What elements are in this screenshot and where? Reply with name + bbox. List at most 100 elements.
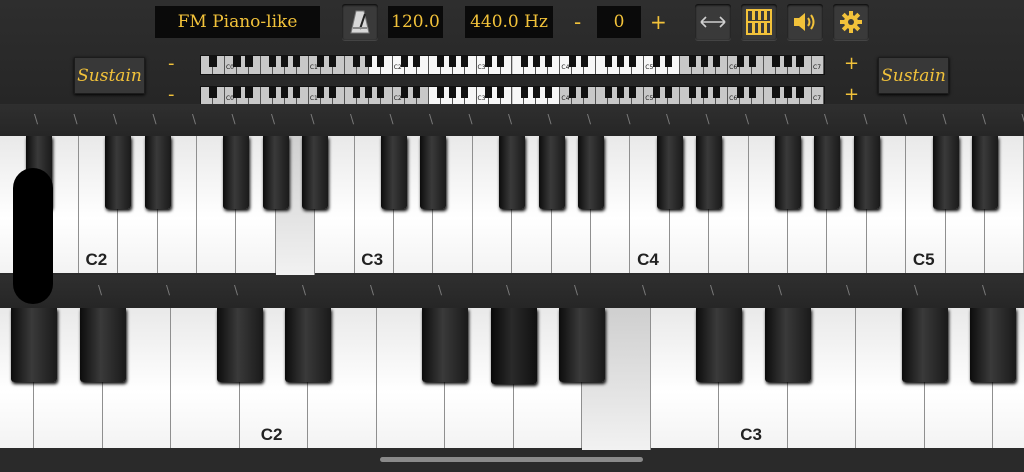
minimap-black-key — [413, 56, 421, 67]
minimap-black-key — [401, 56, 409, 67]
scroll-grip-mark: \ — [302, 283, 307, 297]
black-key[interactable] — [302, 136, 329, 209]
minimap-black-key — [460, 56, 469, 67]
scroll-grip-mark: \ — [98, 283, 103, 297]
upper-range-plus-button[interactable]: + — [844, 54, 859, 74]
minimap-octave-label: C1 — [309, 95, 318, 102]
minimap-black-key — [449, 56, 457, 67]
black-key[interactable] — [11, 308, 57, 382]
minimap-black-key — [520, 87, 529, 98]
minimap-black-key — [580, 56, 588, 67]
black-key[interactable] — [559, 308, 605, 382]
scroll-thumb[interactable] — [13, 168, 53, 304]
scroll-grip-mark: \ — [666, 112, 671, 126]
minimap-black-key — [449, 87, 457, 98]
black-key[interactable] — [775, 136, 801, 209]
minimap-black-key — [544, 87, 553, 98]
transpose-plus-button[interactable]: + — [650, 12, 667, 32]
minimap-octave-label: C3 — [477, 95, 486, 102]
black-key[interactable] — [656, 136, 683, 209]
black-key[interactable] — [970, 308, 1016, 382]
black-key[interactable] — [223, 136, 250, 209]
minimap-black-key — [784, 87, 792, 98]
black-key[interactable] — [696, 308, 742, 382]
sound-button[interactable] — [787, 4, 823, 40]
black-key[interactable] — [578, 136, 604, 209]
swap-keyboards-button[interactable] — [695, 4, 731, 40]
minimap-black-key — [628, 56, 636, 67]
black-key[interactable] — [538, 136, 565, 209]
minimap-black-key — [496, 87, 505, 98]
scroll-grip-mark: \ — [846, 283, 851, 297]
black-key[interactable] — [901, 308, 948, 382]
scroll-grip-mark: \ — [745, 112, 750, 126]
minimap-black-key — [748, 56, 756, 67]
sustain-left-button[interactable]: Sustain — [74, 57, 145, 94]
minimap-black-key — [437, 56, 445, 67]
tempo-display[interactable]: 120.0 — [388, 6, 443, 38]
upper-range-minus-button[interactable]: - — [168, 54, 175, 74]
minimap-black-key — [365, 87, 373, 98]
black-key[interactable] — [814, 136, 841, 209]
black-key[interactable] — [490, 308, 537, 384]
minimap-black-key — [317, 56, 325, 67]
lower-keyboard: C2 C3 — [0, 308, 1024, 450]
key-octave-label: C2 — [85, 250, 108, 269]
black-key[interactable] — [262, 136, 289, 209]
upper-keyboard-scroll-strip[interactable]: \\\\\\\\\\\\\\\\\\\\\\\\\\ — [0, 104, 1024, 136]
instrument-name-display[interactable]: FM Piano-like — [155, 6, 320, 38]
minimap-black-key — [329, 87, 337, 98]
upper-keyboard-minimap[interactable]: C0 C1 C2 C3 C4 C5 C6 C7 — [200, 55, 825, 75]
scroll-grip-mark: \ — [370, 283, 375, 297]
black-key[interactable] — [105, 136, 132, 209]
black-key[interactable] — [79, 308, 126, 382]
lower-keyboard-scroll-strip[interactable]: \\\\\\\\\\\\\\\ — [0, 275, 1024, 308]
minimap-black-key — [269, 87, 277, 98]
transpose-minus-button[interactable]: - — [574, 12, 581, 32]
lower-keyboard-minimap[interactable]: C0 C1 C2 C3 C4 C5 C6 C7 — [200, 86, 825, 106]
minimap-black-key — [460, 87, 469, 98]
minimap-black-key — [413, 87, 421, 98]
minimap-black-key — [652, 87, 660, 98]
black-key[interactable] — [285, 308, 331, 382]
minimap-black-key — [604, 56, 612, 67]
scroll-grip-mark: \ — [350, 112, 355, 126]
keyboard-layout-button[interactable] — [741, 4, 777, 40]
key-octave-label: C3 — [740, 425, 762, 444]
black-key[interactable] — [499, 136, 526, 209]
scroll-grip-mark: \ — [642, 283, 647, 297]
scroll-grip-mark: \ — [73, 112, 78, 126]
upper-keyboard: C2 C3 C4 C5 — [0, 136, 1024, 275]
minimap-octave-label: C2 — [393, 64, 402, 71]
key-octave-label: C3 — [361, 250, 384, 269]
black-key[interactable] — [764, 308, 811, 382]
minimap-black-key — [784, 56, 792, 67]
sustain-right-button[interactable]: Sustain — [878, 57, 949, 94]
minimap-octave-label: C7 — [813, 95, 822, 102]
black-key[interactable] — [932, 136, 959, 209]
black-key[interactable] — [422, 308, 468, 382]
black-key[interactable] — [853, 136, 880, 209]
keyboard-layout-icon — [746, 9, 772, 35]
transpose-value-display[interactable]: 0 — [597, 6, 641, 38]
black-key[interactable] — [381, 136, 407, 209]
black-key[interactable] — [696, 136, 723, 209]
black-key[interactable] — [972, 136, 998, 209]
black-key[interactable] — [216, 308, 263, 382]
scroll-grip-mark: \ — [587, 112, 592, 126]
minimap-black-key — [377, 56, 385, 67]
scroll-grip-mark: \ — [271, 112, 276, 126]
black-key[interactable] — [144, 136, 171, 209]
lower-range-minus-button[interactable]: - — [168, 85, 175, 105]
settings-button[interactable] — [833, 4, 869, 40]
metronome-button[interactable] — [342, 4, 378, 40]
tuning-frequency-display[interactable]: 440.0 Hz — [465, 6, 553, 38]
swap-arrows-icon — [700, 16, 726, 28]
lower-range-plus-button[interactable]: + — [844, 85, 859, 105]
scroll-grip-mark: \ — [705, 112, 710, 126]
minimap-black-key — [664, 87, 672, 98]
black-key[interactable] — [420, 136, 447, 209]
minimap-black-key — [796, 87, 804, 98]
scroll-grip-mark: \ — [942, 112, 947, 126]
minimap-black-key — [736, 87, 744, 98]
